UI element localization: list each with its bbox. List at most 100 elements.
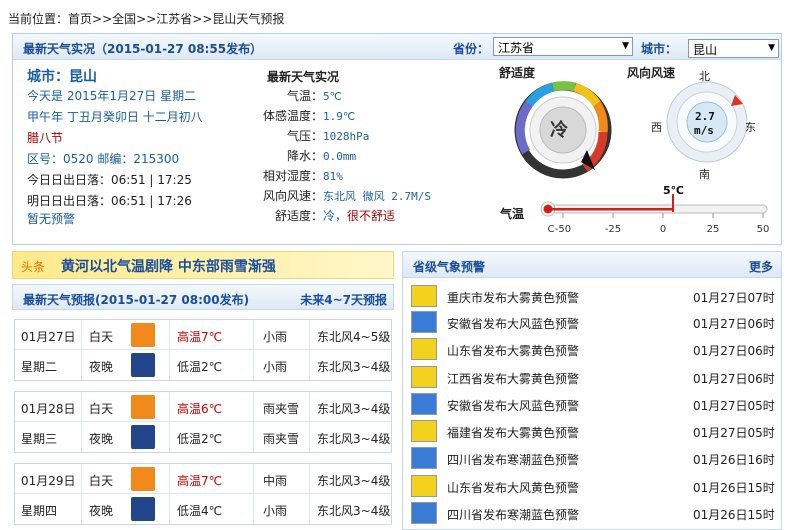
- headline-bar[interactable]: 头条 黄河以北气温剧降 中东部雨雪渐强: [12, 251, 394, 279]
- alert-text[interactable]: 江西省发布大雾黄色预警: [447, 370, 579, 387]
- forecast-row-day: 01月28日 白天 高温6℃ 雨夹雪 东北风3~4级: [15, 392, 391, 422]
- temp-tick-label: 25: [707, 224, 720, 235]
- alert-item[interactable]: 四川省发布寒潮蓝色预警 01月26日15时: [403, 500, 781, 526]
- alert-item[interactable]: 江西省发布大雾黄色预警 01月27日06时: [403, 364, 781, 390]
- forecast-period: 夜晚: [89, 360, 114, 374]
- forecast-temp: 高温7℃: [177, 474, 223, 488]
- humidity-value: 81%: [323, 170, 343, 183]
- alert-item[interactable]: 重庆市发布大雾黄色预警 01月27日07时: [403, 283, 781, 309]
- wind-warning-icon: [411, 311, 437, 333]
- headline-text[interactable]: 黄河以北气温剧降 中东部雨雪渐强: [61, 256, 276, 276]
- forecast-temp: 低温2℃: [177, 432, 223, 446]
- comfort-gauge-title: 舒适度: [499, 66, 536, 80]
- temp-value: 5℃: [323, 90, 342, 103]
- forecast-header: 最新天气预报(2015-01-27 08:00发布) 未来4~7天预报: [12, 284, 394, 310]
- city-label: 城市：: [641, 42, 678, 56]
- forecast-wind: 东北风3~4级: [317, 504, 391, 518]
- breadcrumb-province[interactable]: >>江苏省: [136, 12, 192, 26]
- wind-label: 风向风速：: [262, 189, 323, 203]
- forecast-date: 01月29日: [21, 474, 76, 488]
- fog-warning-icon: [411, 285, 437, 307]
- comfort-note: 很不舒适: [347, 209, 396, 223]
- forecast-date: 01月28日: [21, 402, 76, 416]
- no-warning: 暂无预警: [27, 212, 76, 226]
- alert-text[interactable]: 四川省发布寒潮蓝色预警: [447, 451, 579, 468]
- forecast-temp: 低温2℃: [177, 360, 223, 374]
- forecast-temp: 低温4℃: [177, 504, 223, 518]
- forecast-temp: 高温7℃: [177, 330, 223, 344]
- alert-text[interactable]: 重庆市发布大雾黄色预警: [447, 289, 579, 306]
- alert-time: 01月27日07时: [693, 291, 775, 305]
- pressure-label: 气压：: [286, 129, 323, 143]
- alert-text[interactable]: 山东省发布大雾黄色预警: [447, 342, 579, 359]
- temp-bar-label: 气温: [500, 207, 525, 221]
- forecast-period: 白天: [89, 402, 114, 416]
- alert-text[interactable]: 福建省发布大雾黄色预警: [447, 424, 579, 441]
- alerts-more-link[interactable]: 更多: [749, 258, 773, 275]
- alert-time: 01月27日05时: [693, 399, 775, 413]
- alert-item[interactable]: 福建省发布大雾黄色预警 01月27日05时: [403, 418, 781, 444]
- sun-tomorrow: 明日日出日落：06:51 | 17:26: [27, 194, 192, 208]
- sleet-day-icon: [131, 395, 155, 419]
- alert-item[interactable]: 安徽省发布大风蓝色预警 01月27日05时: [403, 391, 781, 417]
- forecast-weather: 小雨: [263, 360, 288, 374]
- comfort-label: 舒适度：: [274, 209, 323, 223]
- alert-item[interactable]: 山东省发布大雾黄色预警 01月27日06时: [403, 336, 781, 362]
- forecast-row-day: 01月29日 白天 高温7℃ 中雨 东北风3~4级: [15, 464, 391, 494]
- alert-item[interactable]: 安徽省发布大风蓝色预警 01月27日06时: [403, 309, 781, 335]
- breadcrumb-home[interactable]: 首页: [68, 12, 92, 26]
- wind-speed-unit: m/s: [694, 124, 714, 137]
- alert-time: 01月27日06时: [693, 372, 775, 386]
- wind-speed-value: 2.7: [695, 110, 715, 123]
- province-select-value: 江苏省: [498, 41, 535, 55]
- north-label: 北: [699, 70, 710, 83]
- rain-day-icon: [131, 467, 155, 491]
- forecast-day-1: 01月27日 白天 高温7℃ 小雨 东北风4~5级 星期二 夜晚 低温2℃ 小雨…: [14, 319, 392, 381]
- headline-tag: 头条: [21, 260, 46, 274]
- alert-text[interactable]: 安徽省发布大风蓝色预警: [447, 397, 579, 414]
- feels-like-label: 体感温度：: [262, 109, 323, 123]
- fog-warning-icon: [411, 366, 437, 388]
- alert-time: 01月26日15时: [693, 508, 775, 522]
- alert-text[interactable]: 四川省发布寒潮蓝色预警: [447, 506, 579, 523]
- area-codes: 区号：0520 邮编：215300: [27, 152, 180, 166]
- wind-warning-icon: [411, 475, 437, 497]
- forecast-weather: 雨夹雪: [263, 402, 300, 416]
- breadcrumb-national[interactable]: >>全国: [92, 12, 136, 26]
- forecast-wind: 东北风3~4级: [317, 402, 391, 416]
- forecast-wind: 东北风3~4级: [317, 474, 391, 488]
- forecast-wind: 东北风3~4级: [317, 432, 391, 446]
- alert-item[interactable]: 四川省发布寒潮蓝色预警 01月26日16时: [403, 445, 781, 471]
- forecast-row-night: 星期三 夜晚 低温2℃ 雨夹雪 东北风3~4级: [15, 422, 391, 452]
- forecast-weather: 中雨: [263, 474, 288, 488]
- forecast-more-link[interactable]: 未来4~7天预报: [300, 291, 387, 308]
- alert-item[interactable]: 山东省发布大风黄色预警 01月26日15时: [403, 473, 781, 499]
- alerts-panel: 省级气象预警 更多 重庆市发布大雾黄色预警 01月27日07时 安徽省发布大风蓝…: [402, 251, 782, 530]
- forecast-weather: 小雨: [263, 330, 288, 344]
- chevron-down-icon: ▼: [768, 43, 775, 53]
- forecast-temp: 高温6℃: [177, 402, 223, 416]
- alert-text[interactable]: 安徽省发布大风蓝色预警: [447, 315, 579, 332]
- forecast-period: 白天: [89, 474, 114, 488]
- province-select[interactable]: 江苏省 ▼: [493, 37, 633, 56]
- alert-time: 01月27日05时: [693, 426, 775, 440]
- current-weather-header: 最新天气实况（2015-01-27 08:55发布） 省份： 江苏省 ▼ 城市：…: [13, 34, 781, 60]
- rain-night-icon: [131, 353, 155, 377]
- precip-label: 降水：: [286, 149, 323, 163]
- temp-bar-fill: [548, 208, 673, 211]
- west-label: 西: [651, 121, 662, 134]
- comfort-value: 冷，: [323, 209, 348, 223]
- temperature-bar: C -50 -25 0 25 50: [540, 194, 770, 235]
- forecast-period: 白天: [89, 330, 114, 344]
- alert-time: 01月27日06时: [693, 344, 775, 358]
- forecast-wind: 东北风4~5级: [317, 330, 391, 344]
- alert-text[interactable]: 山东省发布大风黄色预警: [447, 479, 579, 496]
- wind-gauge-title: 风向风速: [627, 66, 676, 80]
- chevron-down-icon: ▼: [622, 41, 629, 51]
- forecast-period: 夜晚: [89, 504, 114, 518]
- temp-tick-label: 50: [757, 224, 770, 235]
- comfort-arc-purple: [515, 101, 533, 155]
- rain-night-icon: [131, 497, 155, 521]
- city-select[interactable]: 昆山 ▼: [688, 39, 779, 58]
- forecast-day-3: 01月29日 白天 高温7℃ 中雨 东北风3~4级 星期四 夜晚 低温4℃ 小雨…: [14, 463, 392, 525]
